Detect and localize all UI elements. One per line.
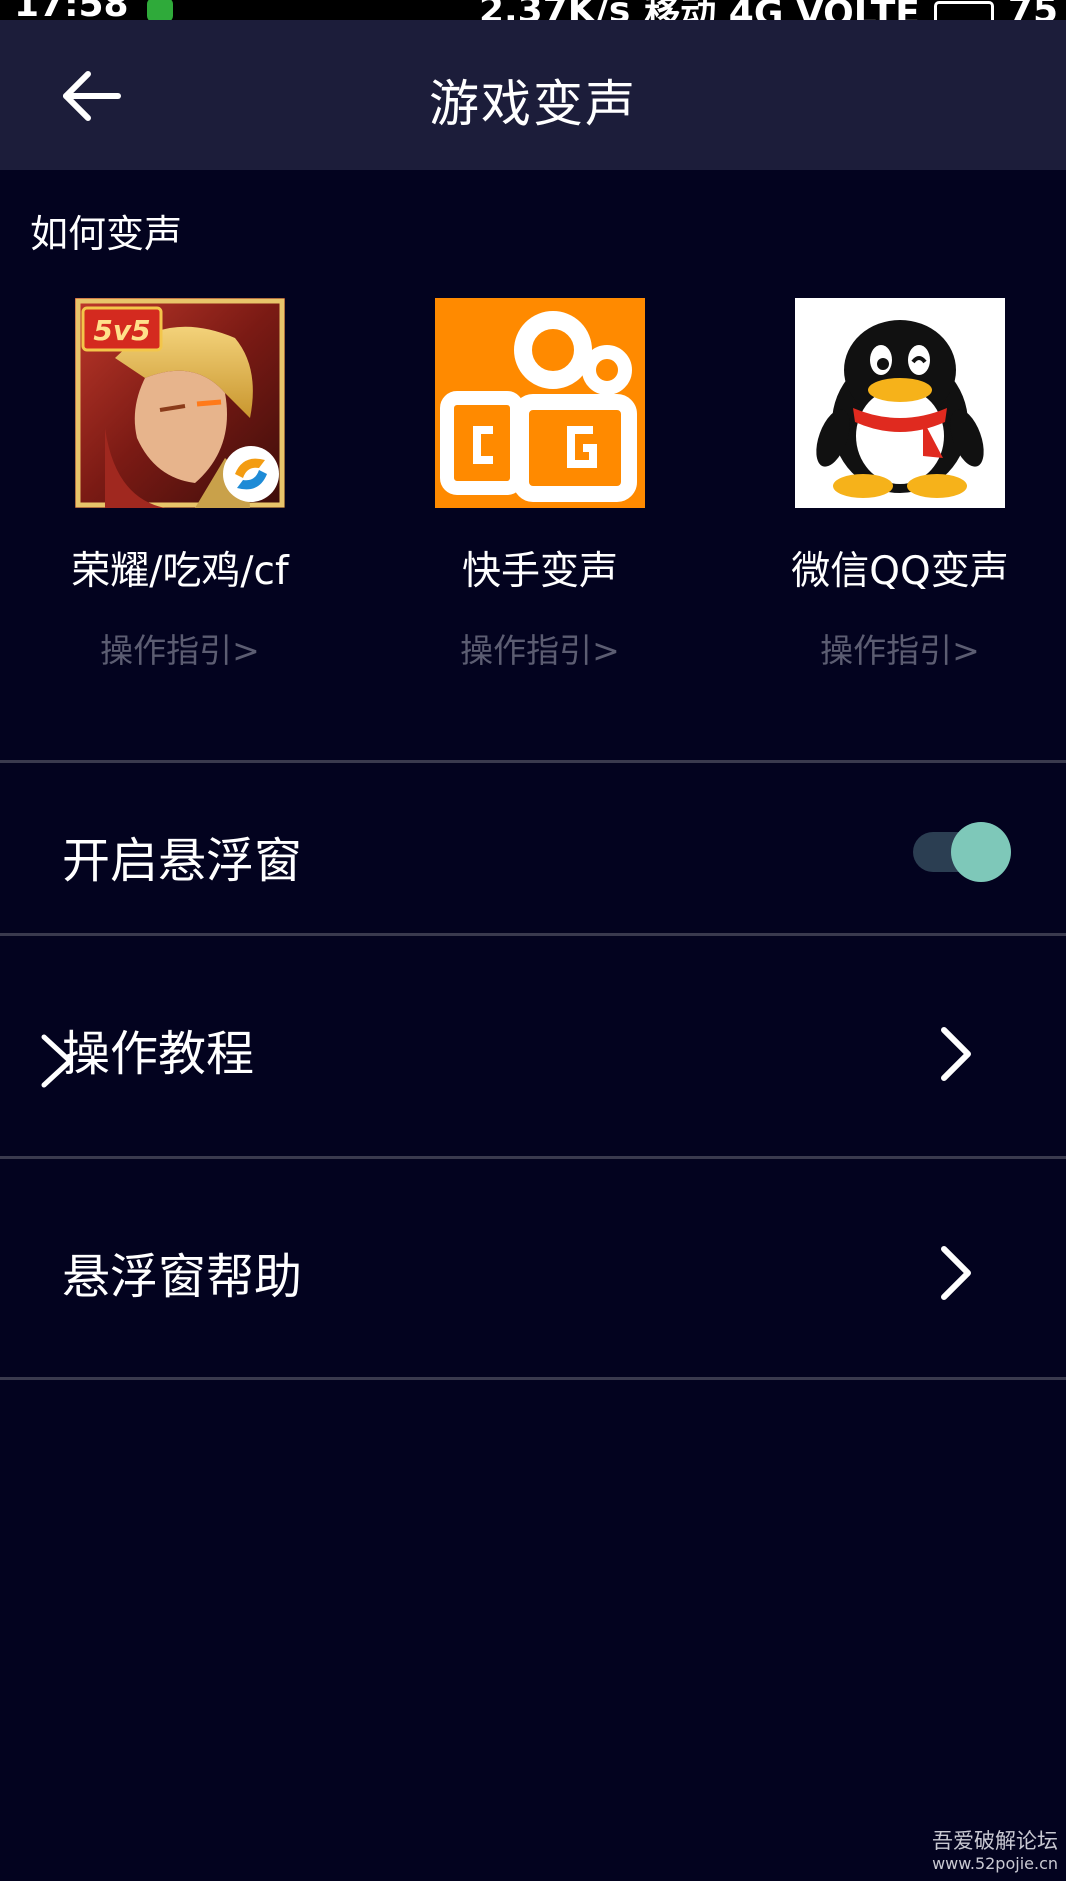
floating-window-toggle[interactable] [913, 822, 1011, 882]
app-name: 快手变声 [461, 549, 618, 594]
status-bar: 17:58 2.37K/s 移动 4G VOLTE 75 [0, 0, 1066, 20]
help-label: 悬浮窗帮助 [62, 1249, 303, 1305]
watermark-url: www.52pojie.cn [932, 1853, 1058, 1873]
app-bar: 游戏变声 [0, 20, 1066, 170]
chevron-right-icon [41, 1034, 73, 1088]
watermark-name: 吾爱破解论坛 [932, 1828, 1058, 1853]
honor-of-kings-icon: 5v5 [75, 298, 285, 508]
badge-5v5: 5v5 [93, 314, 150, 347]
tutorial-row[interactable]: 操作教程 [0, 936, 1066, 1156]
watermark: 吾爱破解论坛 www.52pojie.cn [932, 1829, 1058, 1873]
tutorial-label: 操作教程 [62, 1026, 255, 1082]
floating-window-label: 开启悬浮窗 [62, 833, 303, 889]
network-speed: 2.37K/s [479, 0, 630, 20]
guide-link[interactable]: 操作指引> [0, 624, 360, 672]
battery-level: 75 [1008, 0, 1058, 20]
hotspot-icon [146, 0, 173, 20]
app-name: 微信QQ变声 [791, 549, 1009, 594]
qq-penguin-icon [795, 298, 1005, 508]
app-name: 荣耀/吃鸡/cf [71, 549, 289, 594]
help-row[interactable]: 悬浮窗帮助 [0, 1159, 1066, 1377]
guide-link[interactable]: 操作指引> [720, 624, 1066, 672]
toggle-thumb [951, 822, 1011, 882]
section-title: 如何变声 [30, 212, 183, 256]
app-card-kuaishou[interactable]: 快手变声 操作指引> [360, 298, 660, 678]
app-grid: 5v5 荣耀/吃鸡/cf 操作指引> 快手变声 操作指引> 微信QQ变声 操作指… [0, 298, 1066, 678]
app-card-qq[interactable]: 微信QQ变声 操作指引> [720, 298, 1020, 678]
carrier-label: 移动 4G VOLTE [644, 0, 920, 20]
floating-window-row: 开启悬浮窗 [0, 763, 1066, 933]
status-time: 17:58 [14, 0, 129, 20]
status-left: 17:58 [14, 0, 173, 20]
chevron-right-icon [941, 1027, 971, 1081]
app-card-honor[interactable]: 5v5 荣耀/吃鸡/cf 操作指引> [0, 298, 300, 678]
kuaishou-icon [435, 298, 645, 508]
page-title: 游戏变声 [429, 75, 637, 133]
battery-icon [933, 1, 994, 20]
status-right: 2.37K/s 移动 4G VOLTE 75 [479, 0, 1058, 20]
divider [0, 1377, 1066, 1380]
chevron-right-icon [941, 1246, 971, 1300]
guide-link[interactable]: 操作指引> [360, 624, 720, 672]
